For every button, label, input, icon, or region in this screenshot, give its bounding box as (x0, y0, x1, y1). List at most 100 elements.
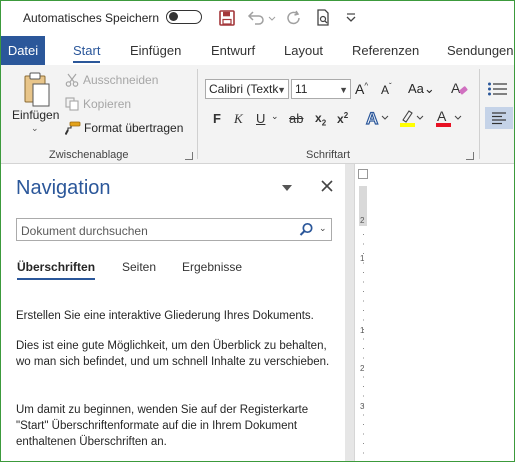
group-separator (479, 69, 480, 159)
undo-icon (247, 11, 276, 25)
format-painter-icon (65, 121, 81, 135)
search-box: ⌄ (16, 218, 332, 241)
word-window: Automatisches Speichern Datei Start Einf… (0, 0, 515, 462)
redo-button[interactable] (284, 8, 304, 28)
format-painter-label: Format übertragen (84, 121, 184, 135)
subscript-button[interactable]: x2 (315, 111, 326, 127)
italic-button[interactable]: K (234, 111, 243, 127)
close-pane-button[interactable] (321, 180, 333, 195)
tab-file[interactable]: Datei (1, 36, 45, 65)
highlighter-icon (400, 110, 424, 127)
text-effects-button[interactable]: A (365, 108, 391, 128)
ribbon: Einfügen ⌄ Ausschneiden Kopieren Format … (1, 65, 514, 164)
search-options-chevron-icon[interactable]: ⌄ (319, 223, 327, 234)
bullets-button[interactable] (487, 81, 507, 97)
search-icon[interactable] (299, 222, 314, 240)
italic-icon: K (234, 111, 243, 126)
copy-icon (65, 97, 79, 111)
search-input[interactable] (19, 221, 293, 240)
strikethrough-icon: ab (289, 111, 304, 126)
pane-options-button[interactable] (281, 182, 293, 196)
customize-qat-button[interactable] (343, 8, 359, 28)
chevron-down-icon: ▼ (339, 85, 348, 95)
svg-text:A: A (437, 108, 447, 124)
nav-paragraph: Dies ist eine gute Möglichkeit, um den Ü… (16, 340, 330, 368)
align-left-button[interactable] (485, 107, 513, 129)
clipboard-dialog-launcher[interactable] (185, 152, 193, 160)
grow-font-icon: A^ (355, 81, 369, 97)
change-case-icon: Aa⌄ (408, 81, 435, 96)
subscript-icon: x2 (315, 111, 327, 128)
nav-paragraph: Um damit zu beginnen, wenden Sie auf der… (16, 404, 309, 448)
save-button[interactable] (217, 8, 237, 28)
clear-formatting-button[interactable]: A (450, 79, 468, 97)
navigation-title: Navigation (16, 177, 111, 199)
close-icon (321, 180, 333, 192)
quick-access-toolbar: Automatisches Speichern (1, 1, 514, 36)
font-dialog-launcher[interactable] (466, 152, 474, 160)
bold-icon: F (213, 111, 221, 126)
bold-button[interactable]: F (213, 111, 221, 126)
cut-button[interactable]: Ausschneiden (65, 73, 158, 87)
font-group-label: Schriftart (306, 149, 351, 161)
font-size-value: 11 (295, 82, 308, 96)
cut-label: Ausschneiden (83, 73, 159, 87)
vertical-ruler[interactable]: 2 1 1 2 3 (354, 164, 374, 461)
print-preview-icon (317, 9, 329, 26)
toggle-knob (169, 12, 178, 21)
tab-layout[interactable]: Layout (284, 36, 323, 65)
copy-button[interactable]: Kopieren (65, 97, 131, 111)
chevron-down-icon (346, 13, 356, 22)
print-preview-button[interactable] (313, 8, 333, 28)
change-case-button[interactable]: Aa⌄ (408, 81, 435, 97)
ruler-mark: 2 (360, 216, 365, 225)
copy-label: Kopieren (83, 97, 132, 111)
scissors-icon (65, 73, 79, 87)
save-icon (219, 10, 235, 26)
group-separator (197, 69, 198, 159)
underline-icon: U (256, 111, 266, 126)
grow-font-button[interactable]: A^ (355, 81, 368, 97)
font-size-combo[interactable]: 11 ▼ (291, 79, 351, 99)
superscript-button[interactable]: x2 (337, 111, 348, 126)
shrink-font-button[interactable]: Aˇ (381, 82, 392, 97)
undo-button[interactable] (245, 8, 277, 28)
clear-formatting-icon: A (451, 80, 468, 96)
highlight-button[interactable] (399, 108, 425, 128)
tab-headings[interactable]: Überschriften (17, 260, 96, 280)
shrink-font-icon: Aˇ (381, 82, 392, 97)
superscript-icon: x2 (337, 111, 349, 126)
paste-icon (24, 72, 50, 107)
bullet-list-icon (488, 82, 507, 96)
tab-insert[interactable]: Einfügen (130, 36, 181, 65)
font-name-value: Calibri (Textk (209, 82, 279, 96)
tab-design[interactable]: Entwurf (211, 36, 255, 65)
tab-selector[interactable] (358, 169, 368, 179)
paste-button[interactable] (19, 71, 53, 109)
font-color-icon: A (436, 108, 462, 127)
navigation-pane: Navigation ⌄ Überschriften Seiten Ergebn… (1, 164, 345, 461)
tab-start[interactable]: Start (73, 36, 101, 65)
tab-references[interactable]: Referenzen (352, 36, 419, 65)
chevron-down-icon: ▼ (277, 85, 286, 95)
svg-text:A: A (366, 109, 378, 128)
strikethrough-button[interactable]: ab (289, 111, 303, 126)
autosave-label: Automatisches Speichern (23, 11, 160, 25)
font-color-button[interactable]: A (435, 108, 463, 128)
underline-dropdown[interactable]: ⌄ (271, 111, 279, 122)
tab-pages[interactable]: Seiten (122, 260, 156, 274)
ribbon-tabs: Datei Start Einfügen Entwurf Layout Refe… (1, 36, 514, 65)
autosave-toggle[interactable] (166, 10, 202, 24)
document-page[interactable] (373, 164, 514, 461)
format-painter-button[interactable]: Format übertragen (65, 121, 183, 135)
tab-mailings[interactable]: Sendungen (447, 36, 514, 65)
nav-paragraph: Erstellen Sie eine interaktive Gliederun… (16, 310, 314, 322)
paste-label[interactable]: Einfügen (12, 108, 59, 122)
font-name-combo[interactable]: Calibri (Textk ▼ (205, 79, 289, 99)
tab-results[interactable]: Ergebnisse (182, 260, 242, 274)
redo-icon (287, 10, 300, 25)
underline-button[interactable]: U (256, 111, 265, 126)
clipboard-group-label: Zwischenablage (49, 149, 129, 161)
ruler-ticks (363, 234, 364, 461)
paste-dropdown-chevron-icon[interactable]: ⌄ (31, 123, 39, 134)
